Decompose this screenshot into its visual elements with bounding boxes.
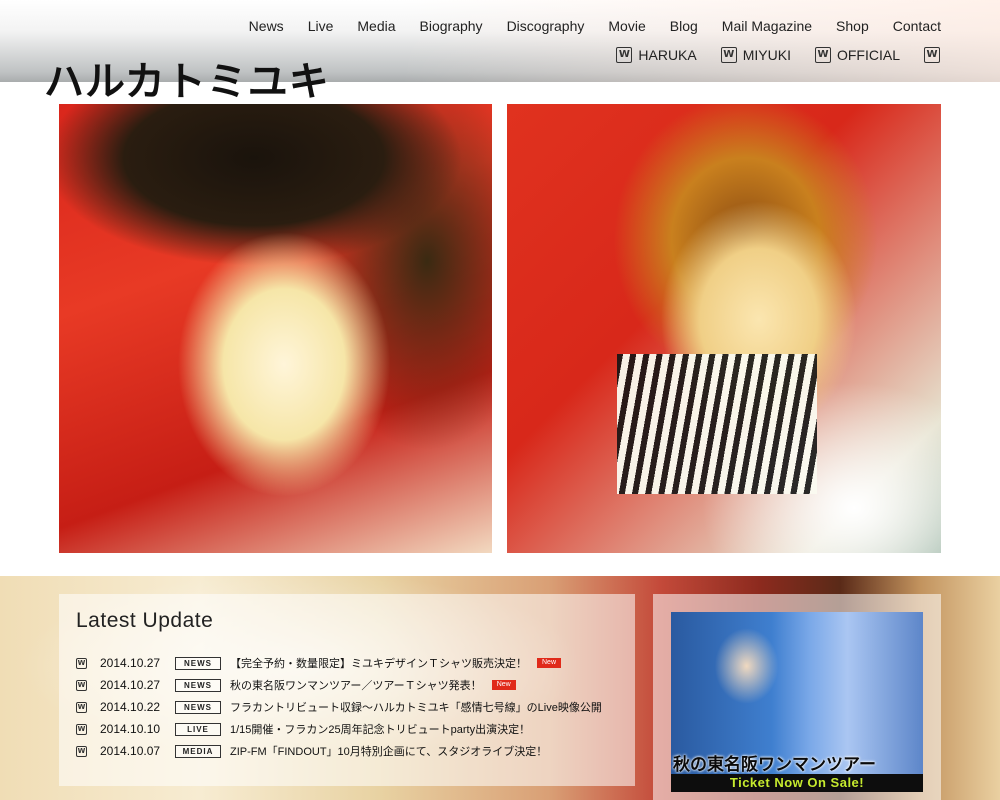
ticket-on-sale-label: Ticket Now On Sale! [671, 774, 923, 792]
promo-panel: 秋の東名阪ワンマンツアー Ticket Now On Sale! [653, 594, 941, 800]
subnav-extra[interactable]: W [924, 47, 940, 63]
nav-blog[interactable]: Blog [670, 17, 698, 35]
list-item[interactable]: W 2014.10.27 NEWS 秋の東名阪ワンマンツアー／ツアーＴシャツ発表… [76, 674, 602, 696]
update-link[interactable]: 秋の東名阪ワンマンツアー／ツアーＴシャツ発表！ [230, 677, 482, 693]
update-date: 2014.10.10 [100, 722, 161, 736]
latest-update-panel: Latest Update W 2014.10.27 NEWS 【完全予約・数量… [59, 594, 635, 786]
extra-icon: W [924, 47, 940, 63]
nav-news[interactable]: News [249, 17, 284, 35]
subnav-haruka-label: HARUKA [638, 47, 697, 63]
update-link[interactable]: 1/15開催・フラカン25周年記念トリビュートparty出演決定！ [230, 721, 530, 737]
haruka-icon: W [616, 47, 633, 63]
bullet-icon: W [76, 701, 87, 713]
tour-banner[interactable]: 秋の東名阪ワンマンツアー Ticket Now On Sale! [671, 612, 923, 792]
subnav-official[interactable]: W OFFICIAL [814, 47, 900, 63]
main-nav: News Live Media Biography Discography Mo… [225, 17, 941, 35]
sub-nav: W HARUKA W MIYUKI W OFFICIAL W [592, 47, 940, 63]
miyuki-photo [507, 104, 941, 553]
update-date: 2014.10.22 [100, 700, 161, 714]
update-date: 2014.10.27 [100, 678, 161, 692]
update-list: W 2014.10.27 NEWS 【完全予約・数量限定】ミユキデザインＴシャツ… [76, 652, 602, 762]
update-date: 2014.10.27 [100, 656, 161, 670]
update-link[interactable]: ZIP-FM「FINDOUT」10月特別企画にて、スタジオライブ決定！ [230, 743, 547, 759]
list-item[interactable]: W 2014.10.07 MEDIA ZIP-FM「FINDOUT」10月特別企… [76, 740, 602, 762]
category-tag: NEWS [175, 678, 221, 692]
subnav-haruka[interactable]: W HARUKA [616, 47, 697, 63]
category-tag: NEWS [175, 656, 221, 670]
haruka-photo [59, 104, 492, 553]
tour-banner-title: 秋の東名阪ワンマンツアー [673, 755, 876, 775]
nav-media[interactable]: Media [357, 17, 395, 35]
nav-live[interactable]: Live [308, 17, 334, 35]
category-tag: MEDIA [175, 744, 221, 758]
new-badge: New [537, 658, 562, 668]
category-tag: NEWS [175, 700, 221, 714]
update-link[interactable]: 【完全予約・数量限定】ミユキデザインＴシャツ販売決定！ [230, 655, 527, 671]
subnav-miyuki[interactable]: W MIYUKI [720, 47, 791, 63]
nav-biography[interactable]: Biography [420, 17, 483, 35]
official-icon: W [814, 47, 831, 63]
update-link[interactable]: フラカントリビュート収録～ハルカトミユキ「感情七号線」のLive映像公開 [230, 699, 602, 715]
list-item[interactable]: W 2014.10.10 LIVE 1/15開催・フラカン25周年記念トリビュー… [76, 718, 602, 740]
hero [59, 104, 941, 553]
nav-shop[interactable]: Shop [836, 17, 869, 35]
bullet-icon: W [76, 679, 87, 691]
latest-update-title: Latest Update [76, 609, 214, 632]
subnav-official-label: OFFICIAL [836, 47, 900, 63]
subnav-miyuki-label: MIYUKI [742, 47, 791, 63]
list-item[interactable]: W 2014.10.27 NEWS 【完全予約・数量限定】ミユキデザインＴシャツ… [76, 652, 602, 674]
bullet-icon: W [76, 745, 87, 757]
new-badge: New [491, 680, 516, 690]
nav-movie[interactable]: Movie [608, 17, 645, 35]
category-tag: LIVE [175, 722, 221, 736]
update-date: 2014.10.07 [100, 744, 161, 758]
miyuki-icon: W [720, 47, 737, 63]
list-item[interactable]: W 2014.10.22 NEWS フラカントリビュート収録～ハルカトミユキ「感… [76, 696, 602, 718]
nav-contact[interactable]: Contact [893, 17, 941, 35]
nav-mail-magazine[interactable]: Mail Magazine [722, 17, 812, 35]
bullet-icon: W [76, 723, 87, 735]
site-logo[interactable]: ハルカトミユキ [44, 58, 330, 106]
bullet-icon: W [76, 657, 87, 669]
nav-discography[interactable]: Discography [507, 17, 585, 35]
